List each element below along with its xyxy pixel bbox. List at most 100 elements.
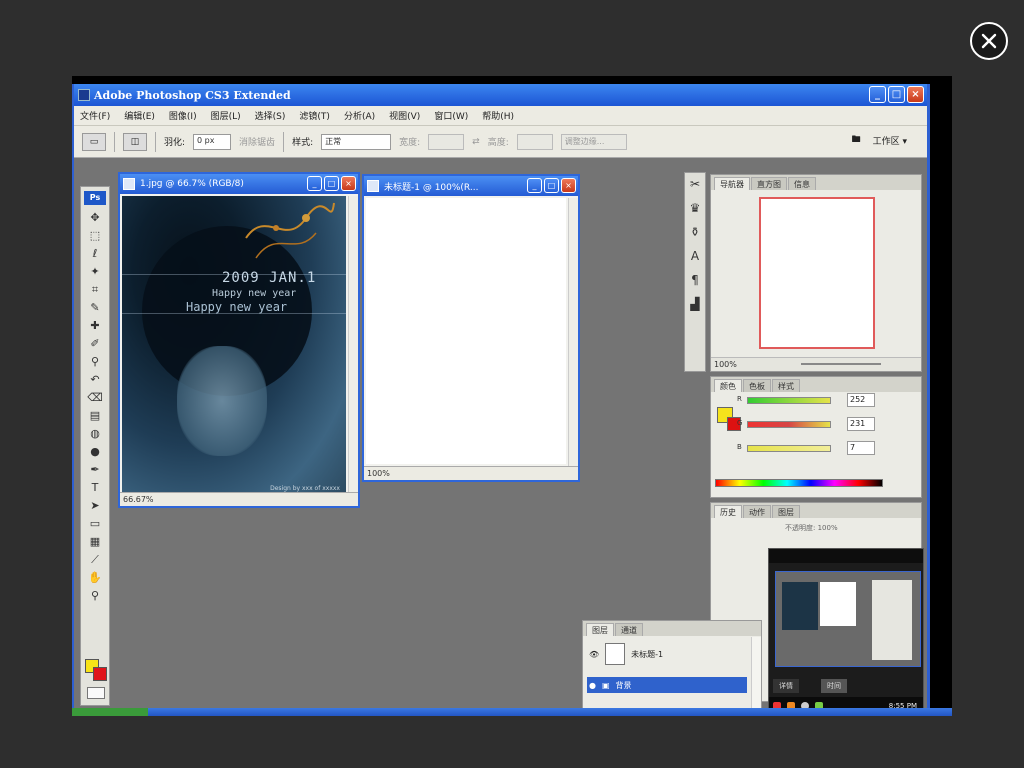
- menu-edit[interactable]: 编辑(E): [124, 109, 155, 122]
- tab-styles[interactable]: 样式: [772, 379, 800, 392]
- doc-close-button[interactable]: ×: [341, 176, 356, 191]
- menu-select[interactable]: 选择(S): [255, 109, 286, 122]
- tab-info[interactable]: 信息: [788, 177, 816, 190]
- menu-filter[interactable]: 滤镜(T): [299, 109, 330, 122]
- tab-channels[interactable]: 通道: [615, 623, 643, 636]
- red-slider[interactable]: [747, 397, 831, 404]
- bridge-icon[interactable]: 🖿: [852, 132, 861, 148]
- brush-tool-icon[interactable]: ✐: [85, 335, 105, 352]
- document-title-bar[interactable]: 1.jpg @ 66.7% (RGB/8) _ □ ×: [120, 174, 358, 194]
- green-value[interactable]: 231: [847, 417, 875, 431]
- visibility-eye-icon[interactable]: ●: [589, 681, 596, 690]
- paragraph-icon[interactable]: ¶: [686, 273, 704, 293]
- layer-row[interactable]: 👁 未标题-1: [587, 641, 747, 667]
- width-input[interactable]: [428, 133, 465, 150]
- crop-tool-icon[interactable]: ⌗: [85, 281, 105, 298]
- tab-color[interactable]: 颜色: [714, 379, 742, 392]
- blank-canvas[interactable]: [366, 198, 566, 464]
- healing-brush-icon[interactable]: ✚: [85, 317, 105, 334]
- document-window-blank[interactable]: 未标题-1 @ 100%(R... _ □ × 100%: [362, 174, 580, 482]
- doc-close-button[interactable]: ×: [561, 178, 576, 193]
- character-icon[interactable]: A: [686, 249, 704, 269]
- photo-canvas[interactable]: 2009 JAN.1 Happy new year Happy new year…: [122, 196, 346, 496]
- green-slider[interactable]: [747, 421, 831, 428]
- lasso-tool-icon[interactable]: ℓ: [85, 245, 105, 262]
- tab-layers-secondary[interactable]: 图层: [772, 505, 800, 518]
- document-window-photo[interactable]: 1.jpg @ 66.7% (RGB/8) _ □ × 2009 JAN.1 H…: [118, 172, 360, 508]
- vertical-scrollbar[interactable]: [348, 196, 358, 492]
- feather-input[interactable]: 0 px: [193, 133, 232, 150]
- type-tool-icon[interactable]: T: [85, 479, 105, 496]
- background-color-swatch[interactable]: [93, 667, 107, 681]
- tab-swatches[interactable]: 色板: [743, 379, 771, 392]
- navigator-preview[interactable]: [759, 197, 875, 349]
- doc-minimize-button[interactable]: _: [527, 178, 542, 193]
- tab-actions[interactable]: 动作: [743, 505, 771, 518]
- marquee-tool-preset[interactable]: ▭: [82, 132, 106, 151]
- menu-file[interactable]: 文件(F): [80, 109, 110, 122]
- menu-view[interactable]: 视图(V): [389, 109, 420, 122]
- histogram-icon[interactable]: ▟: [686, 297, 704, 317]
- tab-history[interactable]: 历史: [714, 505, 742, 518]
- eyedropper-tool-icon[interactable]: ⟋: [85, 551, 105, 568]
- style-select[interactable]: 正常: [321, 133, 392, 150]
- workspace-menu[interactable]: 工作区 ▾: [873, 134, 907, 147]
- notes-tool-icon[interactable]: ▦: [85, 533, 105, 550]
- blue-slider[interactable]: [747, 445, 831, 452]
- hand-tool-icon[interactable]: ✋: [85, 569, 105, 586]
- menu-layer[interactable]: 图层(L): [211, 109, 241, 122]
- dodge-tool-icon[interactable]: ●: [85, 443, 105, 460]
- history-brush-icon[interactable]: ↶: [85, 371, 105, 388]
- vertical-scrollbar[interactable]: [568, 198, 578, 466]
- maximize-button[interactable]: □: [888, 86, 905, 103]
- doc-minimize-button[interactable]: _: [307, 176, 322, 191]
- close-button[interactable]: [970, 22, 1008, 60]
- eraser-tool-icon[interactable]: ⌫: [85, 389, 105, 406]
- layers-scrollbar[interactable]: [751, 637, 761, 716]
- tab-histogram[interactable]: 直方图: [751, 177, 787, 190]
- close-window-button[interactable]: ×: [907, 86, 924, 103]
- photo-greeting-text-large: Happy new year: [186, 300, 288, 314]
- menu-window[interactable]: 窗口(W): [434, 109, 468, 122]
- clone-source-icon[interactable]: ⚱: [686, 225, 704, 245]
- document-title-bar[interactable]: 未标题-1 @ 100%(R... _ □ ×: [364, 176, 578, 196]
- blur-tool-icon[interactable]: ◍: [85, 425, 105, 442]
- zoom-tool-icon[interactable]: ⚲: [85, 587, 105, 604]
- color-spectrum-bar[interactable]: [715, 479, 883, 487]
- doc-maximize-button[interactable]: □: [544, 178, 559, 193]
- tab-navigator[interactable]: 导航器: [714, 177, 750, 190]
- clone-stamp-icon[interactable]: ⚲: [85, 353, 105, 370]
- shape-tool-icon[interactable]: ▭: [85, 515, 105, 532]
- layer-row-selected[interactable]: ● ▣ 背景: [587, 677, 747, 693]
- opacity-value[interactable]: 100%: [818, 524, 838, 532]
- red-value[interactable]: 252: [847, 393, 875, 407]
- blue-value[interactable]: 7: [847, 441, 875, 455]
- navigator-zoom-slider[interactable]: [801, 363, 881, 365]
- gradient-tool-icon[interactable]: ▤: [85, 407, 105, 424]
- selection-mode-icon[interactable]: ◫: [123, 132, 147, 151]
- menu-image[interactable]: 图像(I): [169, 109, 197, 122]
- start-button[interactable]: [72, 708, 148, 716]
- minimize-button[interactable]: _: [869, 86, 886, 103]
- navigator-zoom[interactable]: 100%: [714, 360, 737, 369]
- swap-icon[interactable]: ⇄: [472, 137, 480, 147]
- refine-edge-button[interactable]: 调整边缘...: [560, 133, 627, 150]
- slice-tool-icon[interactable]: ✎: [85, 299, 105, 316]
- visibility-eye-icon[interactable]: 👁: [589, 650, 599, 659]
- path-select-icon[interactable]: ➤: [85, 497, 105, 514]
- brushes-icon[interactable]: ♛: [686, 201, 704, 221]
- height-input[interactable]: [516, 133, 553, 150]
- doc-maximize-button[interactable]: □: [324, 176, 339, 191]
- menu-analysis[interactable]: 分析(A): [344, 109, 375, 122]
- mini-tab-details[interactable]: 详情: [773, 679, 799, 693]
- magic-wand-tool-icon[interactable]: ✦: [85, 263, 105, 280]
- tool-presets-icon[interactable]: ✂: [686, 177, 704, 197]
- pen-tool-icon[interactable]: ✒: [85, 461, 105, 478]
- tab-layers[interactable]: 图层: [586, 623, 614, 636]
- antialias-checkbox[interactable]: 消除锯齿: [239, 135, 275, 148]
- quick-mask-button[interactable]: [87, 687, 105, 699]
- move-tool-icon[interactable]: ✥: [85, 209, 105, 226]
- mini-tab-time[interactable]: 时间: [821, 679, 847, 693]
- marquee-tool-icon[interactable]: ⬚: [85, 227, 105, 244]
- menu-help[interactable]: 帮助(H): [482, 109, 514, 122]
